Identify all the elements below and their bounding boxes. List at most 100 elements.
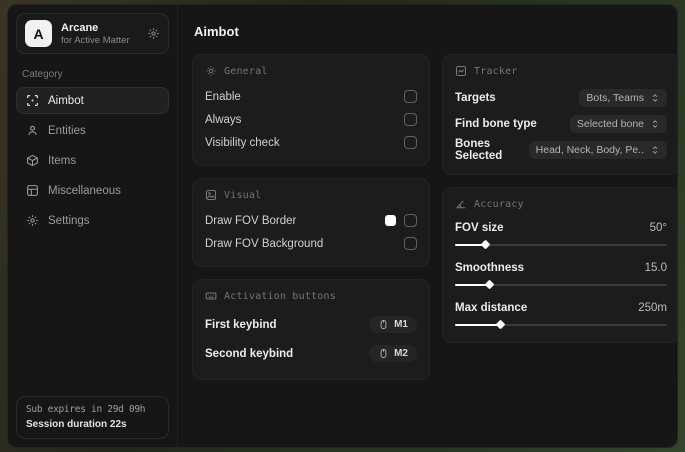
slider-thumb[interactable]: [484, 279, 495, 290]
sidebar-item-label: Miscellaneous: [48, 184, 121, 197]
slider-fill: [455, 239, 491, 250]
left-column: General Enable Always Visibility check V…: [192, 54, 430, 380]
slider-track: [455, 319, 667, 330]
image-icon: [205, 189, 217, 201]
layout-icon: [26, 184, 39, 197]
slider-value: 250m: [638, 302, 667, 314]
sidebar-item-aimbot[interactable]: Aimbot: [16, 87, 169, 114]
setting-label: Draw FOV Border: [205, 214, 297, 227]
tracker-label: Bones Selected: [455, 138, 503, 162]
sun-gear-icon: [205, 65, 217, 77]
slider-fill: [455, 279, 495, 290]
crosshair-scan-icon: [26, 94, 39, 107]
fov-size-slider-group: FOV size 50°: [455, 218, 667, 250]
main-content: Aimbot General Enable Always Visibility …: [178, 5, 677, 447]
setting-row: Draw FOV Background: [205, 232, 417, 255]
panel-title-label: General: [224, 65, 268, 77]
sidebar-item-label: Items: [48, 154, 77, 167]
cube-icon: [26, 154, 39, 167]
gear-icon: [26, 214, 39, 227]
mouse-icon: [378, 348, 389, 359]
panel-title-label: Accuracy: [474, 198, 524, 210]
tracker-panel: Tracker Targets Bots, Teams Find bone ty…: [442, 54, 677, 175]
panel-title-label: Visual: [224, 189, 262, 201]
right-column: Tracker Targets Bots, Teams Find bone ty…: [442, 54, 677, 343]
sidebar-item-items[interactable]: Items: [16, 147, 169, 174]
sidebar-item-label: Entities: [48, 124, 86, 137]
keybind-value: M2: [394, 348, 408, 359]
slider-thumb[interactable]: [480, 239, 491, 250]
smoothness-slider-group: Smoothness 15.0: [455, 258, 667, 290]
enable-checkbox[interactable]: [404, 90, 417, 103]
slider-track: [455, 239, 667, 250]
app-logo: A: [25, 20, 52, 47]
tracker-row: Targets Bots, Teams: [455, 85, 667, 111]
max-distance-slider[interactable]: [455, 319, 667, 330]
smoothness-slider[interactable]: [455, 279, 667, 290]
panel-title-label: Tracker: [474, 65, 518, 77]
unfold-more-icon: [650, 93, 660, 103]
accuracy-panel: Accuracy FOV size 50° Smoothness 15.0 Ma…: [442, 187, 677, 343]
targets-dropdown[interactable]: Bots, Teams: [579, 89, 667, 107]
slider-label: FOV size: [455, 222, 504, 234]
sidebar-item-settings[interactable]: Settings: [16, 207, 169, 234]
setting-label: Visibility check: [205, 136, 280, 149]
sidebar-item-miscellaneous[interactable]: Miscellaneous: [16, 177, 169, 204]
visibility-check-checkbox[interactable]: [404, 136, 417, 149]
app-name: Arcane: [61, 21, 99, 34]
dropdown-value: Head, Neck, Body, Pe..: [535, 144, 644, 156]
unfold-more-icon: [650, 119, 660, 129]
visual-panel-header: Visual: [205, 189, 417, 201]
category-label: Category: [22, 69, 63, 80]
sidebar: A Arcane for Active Matter Category Aimb: [8, 5, 178, 447]
page-title: Aimbot: [194, 24, 239, 39]
first-keybind-button[interactable]: M1: [369, 316, 417, 333]
setting-row: Enable: [205, 85, 417, 108]
fov-size-slider[interactable]: [455, 239, 667, 250]
dropdown-value: Bots, Teams: [586, 92, 644, 104]
slider-fill: [455, 319, 505, 330]
cheat-menu-window: A Arcane for Active Matter Category Aimb: [7, 4, 678, 448]
slider-label: Smoothness: [455, 262, 525, 274]
fov-border-color-swatch[interactable]: [385, 215, 396, 226]
draw-fov-background-checkbox[interactable]: [404, 237, 417, 250]
slider-value: 15.0: [644, 262, 667, 274]
always-checkbox[interactable]: [404, 113, 417, 126]
bones-selected-dropdown[interactable]: Head, Neck, Body, Pe..: [528, 141, 667, 159]
slider-label: Max distance: [455, 302, 528, 314]
keybind-row: Second keybind M2: [205, 339, 417, 368]
slider-value: 50°: [649, 222, 667, 234]
tracker-panel-header: Tracker: [455, 65, 667, 77]
setting-row: Draw FOV Border: [205, 209, 417, 232]
tracker-row: Bones Selected Head, Neck, Body, Pe..: [455, 137, 667, 163]
app-meta: Arcane for Active Matter: [61, 22, 130, 46]
setting-label: Enable: [205, 90, 241, 103]
find-bone-type-dropdown[interactable]: Selected bone: [569, 115, 667, 133]
setting-row: Always: [205, 108, 417, 131]
tracker-label: Find bone type: [455, 118, 537, 130]
draw-fov-border-checkbox[interactable]: [404, 214, 417, 227]
panel-title-label: Activation buttons: [224, 290, 336, 302]
general-panel: General Enable Always Visibility check: [192, 54, 430, 166]
sub-expires-text: Sub expires in 29d 09h: [26, 404, 146, 415]
sidebar-item-entities[interactable]: Entities: [16, 117, 169, 144]
unfold-more-icon: [650, 145, 660, 155]
gear-icon[interactable]: [147, 27, 160, 40]
second-keybind-button[interactable]: M2: [369, 345, 417, 362]
sidebar-item-label: Aimbot: [48, 94, 84, 107]
slider-thumb[interactable]: [495, 319, 505, 330]
subscription-card: Sub expires in 29d 09h Session duration …: [16, 396, 169, 439]
keybind-row: First keybind M1: [205, 310, 417, 339]
chart-icon: [455, 65, 467, 77]
mouse-icon: [378, 319, 389, 330]
max-distance-slider-group: Max distance 250m: [455, 298, 667, 330]
visual-panel: Visual Draw FOV Border Draw FOV Backgrou…: [192, 178, 430, 267]
session-duration-text: Session duration 22s: [26, 419, 127, 430]
app-subtitle: for Active Matter: [61, 34, 130, 46]
keybind-label: Second keybind: [205, 347, 294, 360]
dropdown-value: Selected bone: [576, 118, 644, 130]
app-header-card: A Arcane for Active Matter: [16, 13, 169, 54]
setting-label: Draw FOV Background: [205, 237, 324, 250]
accuracy-panel-header: Accuracy: [455, 198, 667, 210]
setting-row: Visibility check: [205, 131, 417, 154]
